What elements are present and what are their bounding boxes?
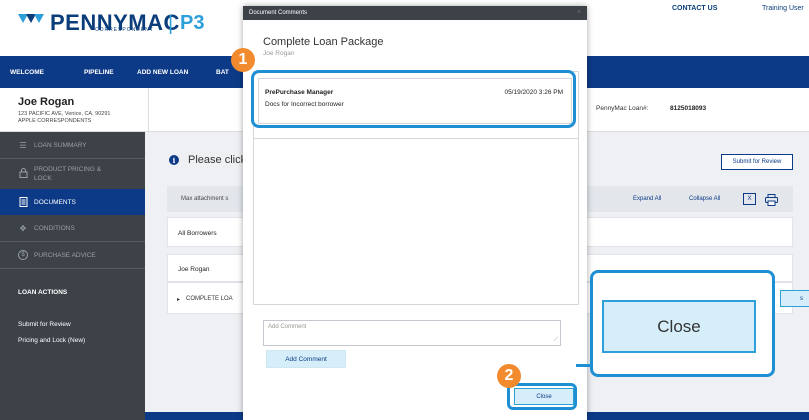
user-menu[interactable]: Training User <box>762 5 804 12</box>
sidebar-item-loan-summary[interactable]: ☰ LOAN SUMMARY <box>0 132 145 158</box>
sidebar-item-label: CONDITIONS <box>34 224 75 232</box>
sidebar-item-label: PURCHASE ADVICE <box>34 251 96 259</box>
nav-bat[interactable]: BAT <box>216 69 229 76</box>
submit-for-review-link[interactable]: Submit for Review <box>18 321 71 328</box>
row-action-button[interactable]: s <box>780 290 809 307</box>
collapse-all-link[interactable]: Collapse All <box>689 196 720 202</box>
sidebar-item-documents[interactable]: DOCUMENTS <box>0 189 145 215</box>
sidebar: ☰ LOAN SUMMARY PRODUCT PRICING & LOCK DO… <box>0 132 145 420</box>
notice-text: Please click <box>188 154 247 166</box>
max-attachment-text: Max attachment s <box>181 196 229 202</box>
print-icon[interactable] <box>765 193 778 206</box>
loan-actions-heading: LOAN ACTIONS <box>18 289 68 296</box>
p3-logo: P3 <box>180 12 205 34</box>
sidebar-item-purchase-advice[interactable]: $ PURCHASE ADVICE <box>0 242 145 268</box>
sidebar-item-product-pricing[interactable]: PRODUCT PRICING & LOCK <box>0 159 145 189</box>
sidebar-item-label: PRODUCT PRICING & <box>34 166 102 173</box>
logo-subtitle: CORRESPONDENT <box>95 27 154 33</box>
pricing-and-lock-link[interactable]: Pricing and Lock (New) <box>18 337 85 344</box>
divider <box>254 138 578 139</box>
sidebar-item-label-line2: LOCK <box>34 175 52 182</box>
loan-number: 8125018093 <box>670 105 707 112</box>
modal-title: Document Comments <box>249 10 308 16</box>
close-button-zoomed: Close <box>602 300 756 353</box>
nav-welcome[interactable]: WELCOME <box>10 69 44 76</box>
contact-us-link[interactable]: CONTACT US <box>672 5 717 12</box>
logo-separator: | <box>168 13 174 35</box>
sidebar-item-label: DOCUMENTS <box>34 198 76 206</box>
document-comments-modal: Document Comments × Complete Loan Packag… <box>243 6 587 420</box>
add-comment-placeholder: Add Comment <box>268 324 307 330</box>
modal-subheading: Joe Rogan <box>263 50 295 57</box>
excel-export-icon[interactable]: X <box>743 193 756 205</box>
close-zoom-callout: Close <box>590 270 775 377</box>
dollar-icon: $ <box>18 250 28 260</box>
conditions-icon: ✥ <box>19 223 27 233</box>
step-badge-1: 1 <box>231 48 255 72</box>
loan-number-label: PennyMac Loan#: <box>596 105 649 112</box>
divider <box>148 88 149 132</box>
borrower-row-label: Joe Rogan <box>178 266 210 273</box>
nav-pipeline[interactable]: PIPELINE <box>84 69 114 76</box>
borrower-name: Joe Rogan <box>18 96 75 108</box>
step-badge-2: 2 <box>497 364 521 388</box>
list-icon: ☰ <box>19 140 27 150</box>
sidebar-item-conditions[interactable]: ✥ CONDITIONS <box>0 215 145 241</box>
notice-message: i Please click <box>169 154 246 166</box>
close-icon[interactable]: × <box>577 9 581 16</box>
info-icon: i <box>169 155 179 165</box>
borrower-company: APPLE CORRESPONDENTS <box>18 118 92 124</box>
all-borrowers-label: All Borrowers <box>178 230 217 237</box>
resize-grip-icon[interactable]: ⟋ <box>554 337 558 344</box>
expand-caret-icon[interactable]: ▸ <box>177 296 180 303</box>
close-highlight <box>507 383 577 410</box>
document-icon <box>18 197 28 207</box>
divider <box>0 268 145 269</box>
complete-loan-package-label: COMPLETE LOA <box>186 296 233 302</box>
add-comment-button[interactable]: Add Comment <box>266 350 346 368</box>
nav-add-new-loan[interactable]: ADD NEW LOAN <box>137 69 188 76</box>
comment-highlight <box>251 70 576 128</box>
modal-titlebar: Document Comments × <box>243 6 587 20</box>
add-comment-input[interactable]: Add Comment ⟋ <box>263 320 561 346</box>
expand-all-link[interactable]: Expand All <box>633 196 661 202</box>
submit-for-review-button[interactable]: Submit for Review <box>721 154 793 170</box>
sidebar-item-label: LOAN SUMMARY <box>34 141 87 149</box>
borrower-address: 123 PACIFIC AVE, Venice, CA, 90291 <box>18 111 111 117</box>
logo-mark-icon <box>18 14 44 32</box>
modal-heading: Complete Loan Package <box>263 36 384 48</box>
lock-icon <box>18 168 28 178</box>
